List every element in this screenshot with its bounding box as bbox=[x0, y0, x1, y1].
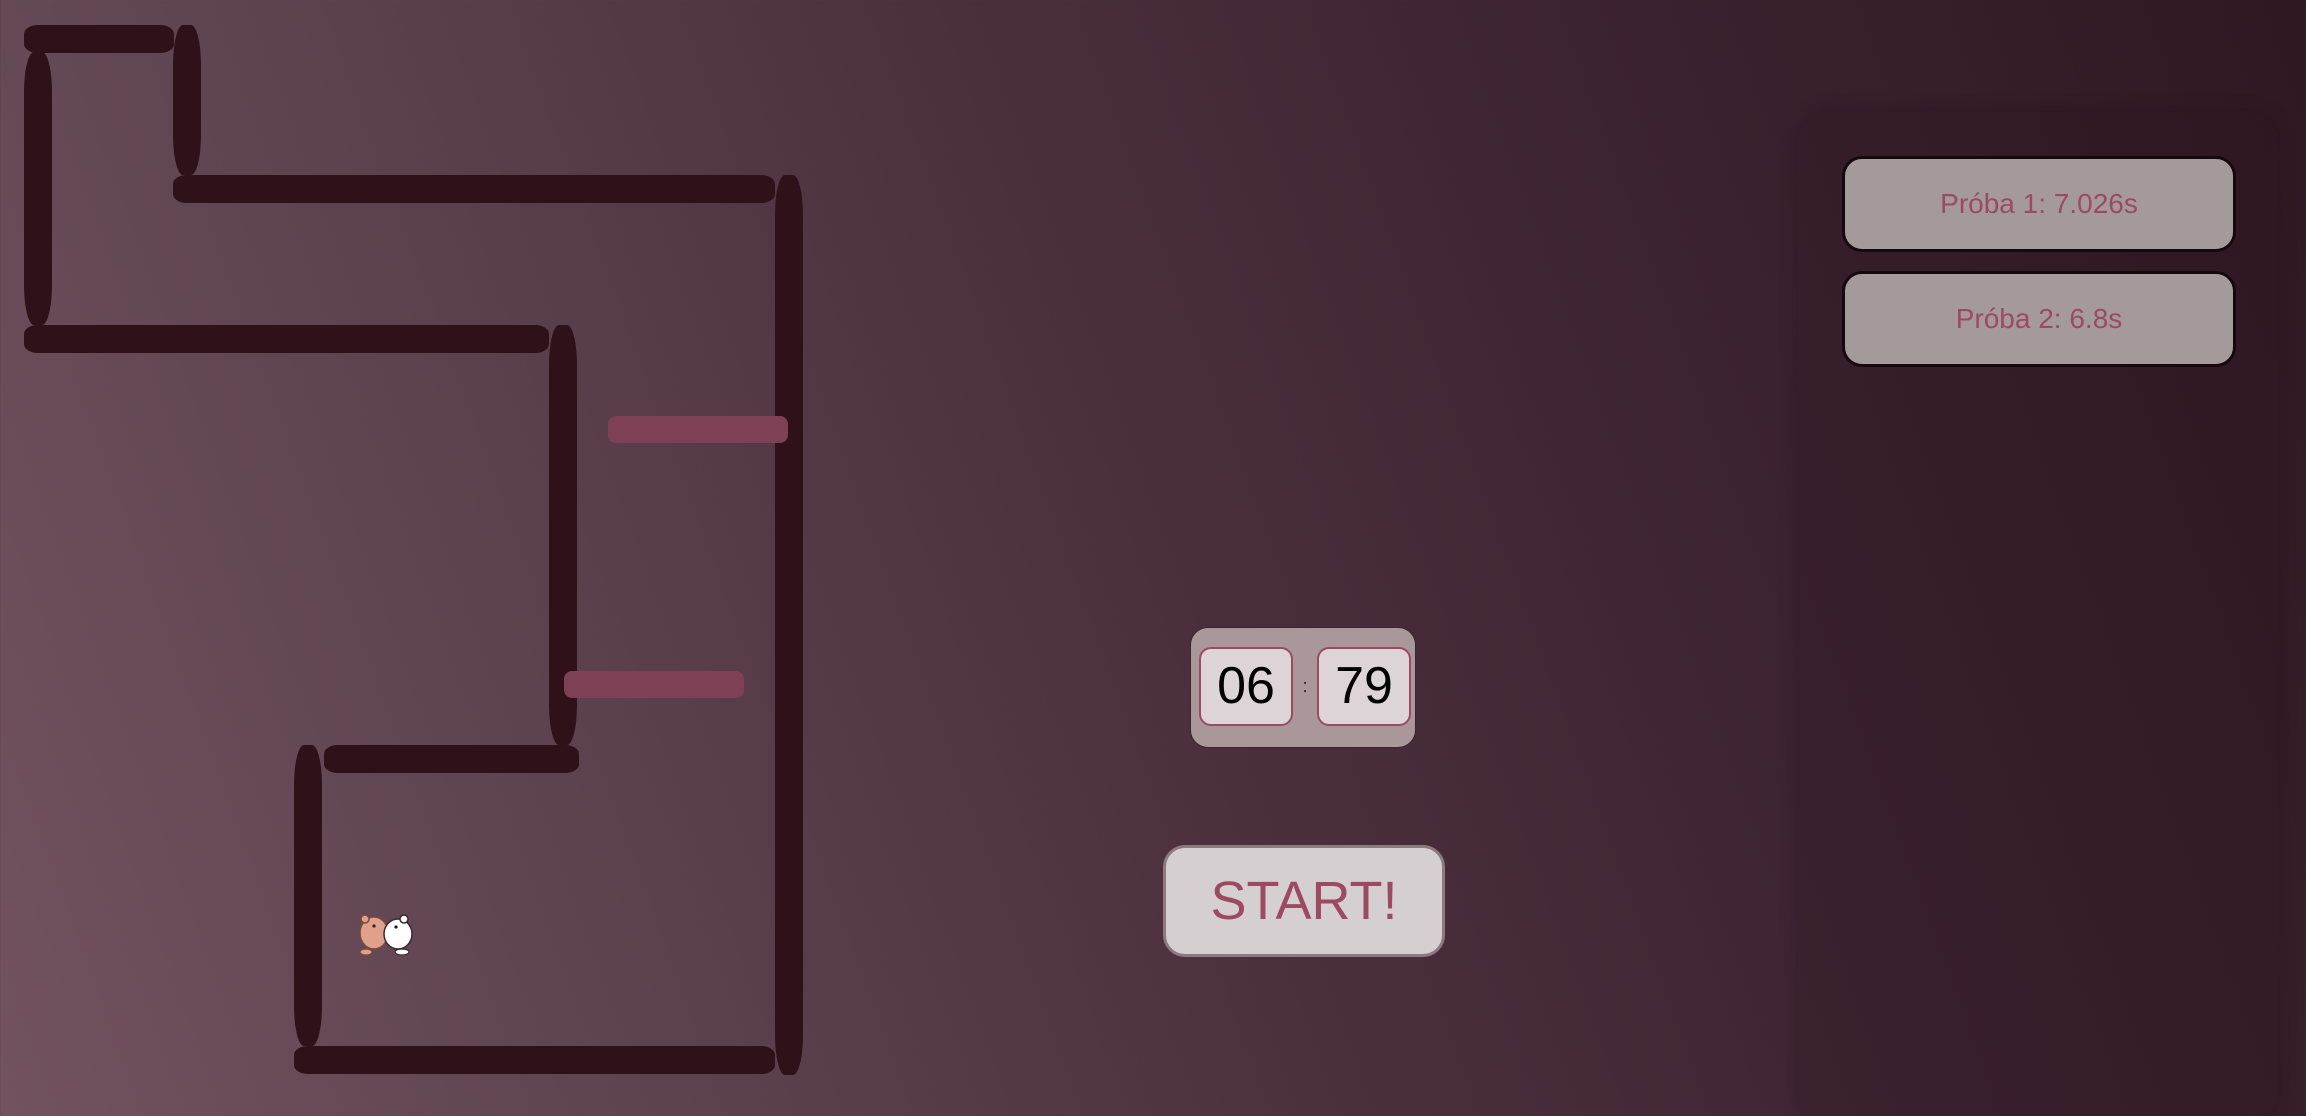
timer-hundredths: 79 bbox=[1317, 647, 1411, 726]
maze-wall bbox=[324, 745, 579, 773]
two-bear-characters-icon bbox=[359, 914, 413, 956]
maze-wall bbox=[173, 175, 775, 203]
timer-separator: : bbox=[1302, 676, 1308, 696]
maze-wall bbox=[24, 25, 174, 53]
maze-wall bbox=[173, 25, 201, 175]
timer: 06 : 79 bbox=[1190, 627, 1416, 748]
result-item: Próba 1: 7.026s bbox=[1842, 156, 2236, 252]
maze-wall bbox=[294, 1046, 775, 1074]
maze-wall bbox=[775, 175, 803, 1075]
maze-wall bbox=[24, 325, 549, 353]
moving-obstacle bbox=[608, 416, 788, 443]
maze-wall bbox=[294, 745, 322, 1046]
result-item: Próba 2: 6.8s bbox=[1842, 271, 2236, 367]
moving-obstacle bbox=[564, 671, 744, 698]
maze-wall bbox=[24, 52, 52, 325]
player-icon[interactable] bbox=[352, 906, 418, 956]
start-button[interactable]: START! bbox=[1163, 845, 1445, 957]
maze bbox=[0, 0, 820, 1116]
results-panel: Próba 1: 7.026s Próba 2: 6.8s bbox=[1798, 112, 2278, 1116]
timer-seconds: 06 bbox=[1199, 647, 1293, 726]
